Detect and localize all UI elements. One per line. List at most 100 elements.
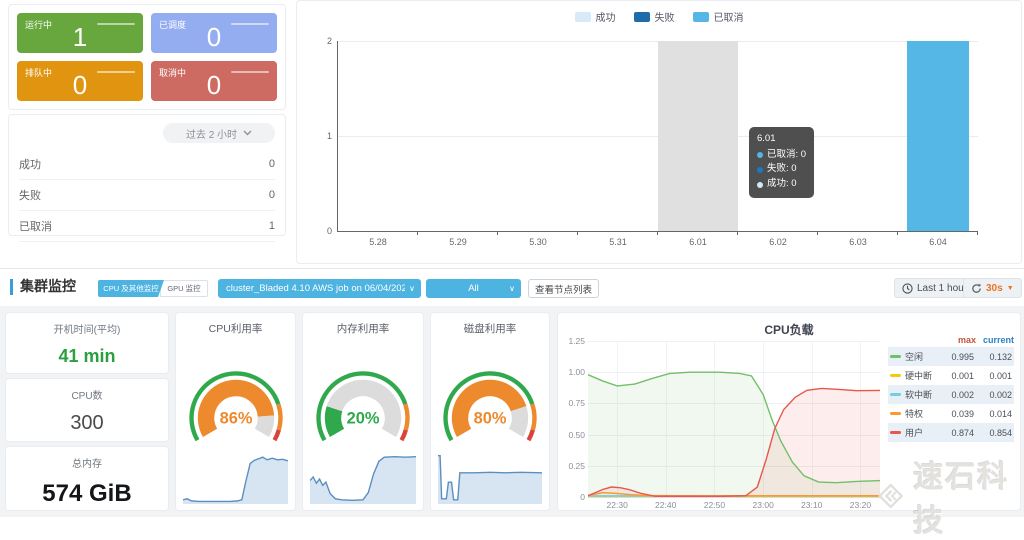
x-axis-tick	[577, 231, 578, 235]
kpi-card-total-memory: 总内存 574 GiB	[5, 446, 169, 511]
summary-row-label: 失败	[19, 187, 41, 203]
stat-tile-value: 1	[17, 22, 143, 53]
legend-max-value: 0.039	[940, 409, 974, 419]
node-filter-select[interactable]: All ∨	[426, 279, 521, 298]
legend-row: 空闲0.9950.132	[888, 347, 1014, 366]
legend-item[interactable]: 已取消	[693, 9, 744, 24]
legend-max-value: 0.995	[940, 352, 974, 362]
x-axis-label: 6.01	[658, 237, 738, 247]
gauge-sparkline	[438, 452, 542, 504]
cpu-load-series	[588, 341, 880, 497]
section-accent-bar	[10, 279, 13, 295]
legend-series-label: 用户	[905, 426, 923, 439]
legend-header-max: max	[942, 335, 976, 345]
y-axis-label: 0.75	[561, 398, 585, 408]
gauge-sparkline	[183, 452, 288, 504]
success-dot-icon	[757, 182, 763, 188]
x-axis-tick	[737, 231, 738, 235]
legend-series-label: 空闲	[905, 350, 923, 363]
tooltip-row-text: 失败: 0	[767, 162, 797, 177]
legend-max-value: 0.874	[940, 428, 974, 438]
jobs-chart-plot: 0125.285.295.305.316.016.026.036.04	[337, 41, 978, 232]
job-count-list: 成功0失败0已取消1	[19, 149, 275, 242]
toggle-cpu-tab[interactable]: CPU 及其他监控	[98, 280, 164, 297]
refresh-icon	[971, 283, 982, 294]
summary-row-value: 0	[269, 189, 275, 201]
legend-series-label: 硬中断	[905, 369, 932, 382]
legend-current-value: 0.014	[974, 409, 1012, 419]
view-nodes-button[interactable]: 查看节点列表	[528, 279, 599, 298]
legend-series-name[interactable]: 软中断	[890, 388, 940, 401]
legend-series-name[interactable]: 硬中断	[890, 369, 940, 382]
legend-label: 成功	[596, 9, 616, 24]
toggle-gpu-tab[interactable]: GPU 监控	[160, 280, 208, 297]
legend-current-value: 0.854	[974, 428, 1012, 438]
summary-row: 已取消1	[19, 211, 275, 242]
summary-row-label: 成功	[19, 156, 41, 172]
tooltip-row-text: 成功: 0	[767, 177, 797, 192]
cpu-gpu-toggle[interactable]: CPU 及其他监控 GPU 监控	[98, 280, 208, 297]
cpu-load-chart-card: CPU负载 00.250.500.751.001.2522:3022:4022:…	[557, 312, 1021, 511]
legend-series-name[interactable]: 空闲	[890, 350, 940, 363]
refresh-button[interactable]: 30s ▼	[963, 278, 1022, 298]
x-axis-label: 22:50	[697, 500, 731, 510]
gauge-title: CPU利用率	[176, 321, 295, 336]
stat-tile-value: 0	[17, 70, 143, 101]
node-filter-value: All	[468, 283, 479, 294]
legend-row: 硬中断0.0010.001	[888, 366, 1014, 385]
x-axis-label: 23:00	[746, 500, 780, 510]
jobs-chart-tooltip: 6.01 已取消: 0 失败: 0 成功: 0	[749, 127, 814, 198]
section-title: 集群监控	[20, 276, 76, 296]
legend-max-value: 0.001	[940, 371, 974, 381]
legend-line-swatch	[890, 374, 901, 377]
stat-tile: 已调度0	[151, 13, 277, 53]
y-axis-label: 1	[310, 131, 332, 141]
x-axis-label: 23:20	[843, 500, 877, 510]
y-axis-label: 0	[561, 492, 585, 502]
tooltip-row: 成功: 0	[757, 177, 806, 192]
chevron-down-icon: ∨	[509, 284, 515, 293]
bar-已取消[interactable]	[907, 41, 969, 231]
y-axis-label: 0	[310, 226, 332, 236]
legend-swatch	[575, 12, 591, 22]
time-range-select[interactable]: 过去 2 小时	[163, 123, 275, 143]
y-axis-label: 1.00	[561, 367, 585, 377]
kpi-title: CPU数	[6, 387, 168, 402]
section-divider	[0, 268, 1024, 269]
legend-line-swatch	[890, 355, 901, 358]
stat-tile: 运行中1	[17, 13, 143, 53]
legend-header-row: max current	[888, 335, 1014, 345]
x-axis-tick	[817, 231, 818, 235]
kpi-value: 41 min	[6, 346, 168, 367]
legend-series-label: 软中断	[905, 388, 932, 401]
cpu-load-plot: 00.250.500.751.001.2522:3022:4022:5023:0…	[588, 341, 880, 498]
chevron-down-icon: ∨	[409, 284, 415, 293]
x-axis-tick	[417, 231, 418, 235]
clock-icon	[902, 283, 913, 294]
legend-row: 软中断0.0020.002	[888, 385, 1014, 404]
legend-line-swatch	[890, 393, 901, 396]
cluster-select[interactable]: cluster_Bladed 4.10 AWS job on 06/04/202…	[218, 279, 421, 298]
tooltip-row-text: 已取消: 0	[767, 148, 806, 163]
x-axis-tick	[977, 231, 978, 235]
legend-swatch	[693, 12, 709, 22]
kpi-card-cpu-count: CPU数 300	[5, 378, 169, 442]
hover-highlight-band	[658, 41, 738, 231]
legend-label: 失败	[655, 9, 675, 24]
gauge-title: 内存利用率	[303, 321, 423, 336]
x-axis-label: 22:30	[600, 500, 634, 510]
time-range-label: 过去 2 小时	[186, 126, 237, 141]
legend-item[interactable]: 成功	[575, 9, 616, 24]
legend-series-name[interactable]: 用户	[890, 426, 940, 439]
tooltip-title: 6.01	[757, 132, 806, 147]
caret-down-icon: ▼	[1007, 285, 1014, 292]
dashboard-page: { "app": { "watermark": "速石科技" }, "top_l…	[0, 0, 1024, 517]
legend-item[interactable]: 失败	[634, 9, 675, 24]
legend-series-label: 特权	[905, 407, 923, 420]
gauge-card-memory-utilization: 内存利用率20%	[302, 312, 424, 511]
kpi-title: 开机时间(平均)	[6, 321, 168, 336]
kpi-value: 574 GiB	[6, 480, 168, 508]
legend-series-name[interactable]: 特权	[890, 407, 940, 420]
legend-max-value: 0.002	[940, 390, 974, 400]
x-axis-label: 5.30	[498, 237, 578, 247]
